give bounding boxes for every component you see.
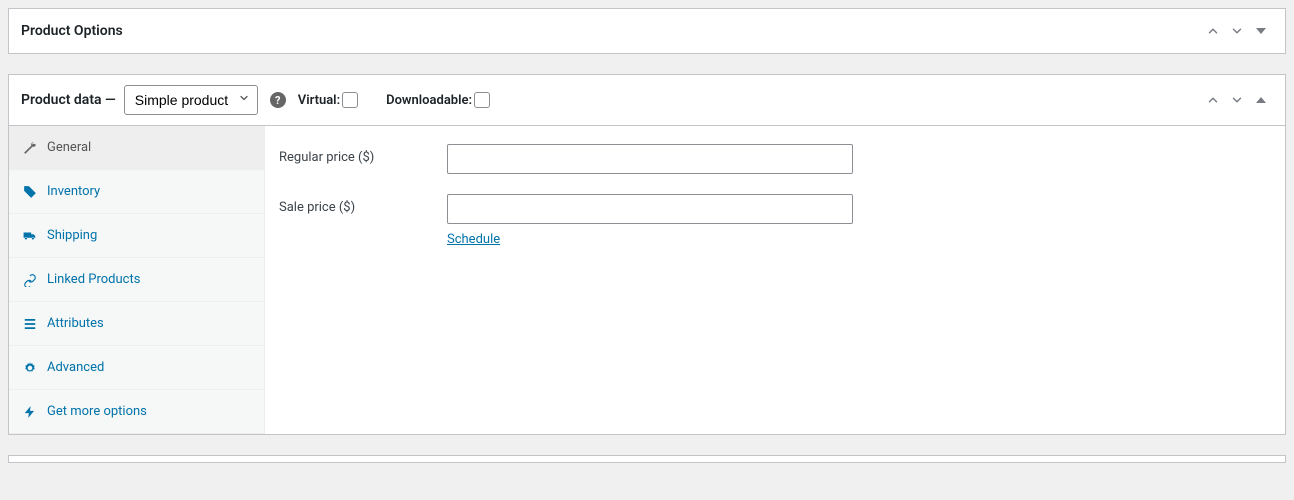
next-panel-top [8, 455, 1286, 463]
lightning-icon [23, 405, 37, 419]
sale-price-label: Sale price ($) [279, 194, 447, 215]
wrench-icon [23, 141, 37, 155]
tab-attributes[interactable]: Attributes [9, 302, 264, 346]
truck-icon [23, 229, 37, 243]
tab-label: Inventory [47, 184, 100, 199]
triangle-up-icon [1256, 97, 1266, 103]
tab-label: Advanced [47, 360, 104, 375]
product-options-panel: Product Options [8, 8, 1286, 54]
chevron-down-icon [1230, 24, 1244, 38]
product-data-panel: Product data — Simple product ? Virtual:… [8, 74, 1286, 435]
move-up-button[interactable] [1201, 19, 1225, 43]
tab-general[interactable]: General [9, 126, 264, 170]
product-options-title: Product Options [21, 23, 123, 39]
product-data-header: Product data — Simple product ? Virtual:… [9, 75, 1285, 126]
help-icon[interactable]: ? [270, 92, 286, 108]
product-data-tabs: General Inventory Shipping Linked Produc… [9, 126, 265, 434]
tab-linked-products[interactable]: Linked Products [9, 258, 264, 302]
chevron-down-icon [1230, 93, 1244, 107]
tab-get-more-options[interactable]: Get more options [9, 390, 264, 434]
sale-price-row: Sale price ($) Schedule [279, 194, 1271, 247]
tab-label: Shipping [47, 228, 97, 243]
gear-icon [23, 361, 37, 375]
general-tab-content: Regular price ($) Sale price ($) Schedul… [265, 126, 1285, 434]
tab-label: Attributes [47, 316, 104, 331]
chevron-up-icon [1206, 93, 1220, 107]
tab-label: General [47, 140, 91, 155]
move-down-button[interactable] [1225, 88, 1249, 112]
list-icon [23, 317, 37, 331]
move-up-button[interactable] [1201, 88, 1225, 112]
tab-shipping[interactable]: Shipping [9, 214, 264, 258]
sale-price-input[interactable] [447, 194, 853, 224]
tab-label: Linked Products [47, 272, 140, 287]
move-down-button[interactable] [1225, 19, 1249, 43]
link-icon [23, 273, 37, 287]
product-data-body: General Inventory Shipping Linked Produc… [9, 126, 1285, 434]
tab-advanced[interactable]: Advanced [9, 346, 264, 390]
product-options-header: Product Options [9, 9, 1285, 53]
tag-icon [23, 185, 37, 199]
collapse-toggle[interactable] [1249, 88, 1273, 112]
downloadable-label: Downloadable: [386, 93, 472, 108]
tab-inventory[interactable]: Inventory [9, 170, 264, 214]
virtual-checkbox[interactable] [342, 92, 358, 108]
regular-price-input[interactable] [447, 144, 853, 174]
tab-label: Get more options [47, 404, 147, 419]
virtual-label: Virtual: [298, 93, 340, 108]
triangle-down-icon [1256, 28, 1266, 34]
collapse-toggle[interactable] [1249, 19, 1273, 43]
regular-price-row: Regular price ($) [279, 144, 1271, 174]
product-type-select[interactable]: Simple product [124, 85, 258, 115]
chevron-up-icon [1206, 24, 1220, 38]
downloadable-checkbox[interactable] [474, 92, 490, 108]
regular-price-label: Regular price ($) [279, 144, 447, 165]
schedule-link[interactable]: Schedule [447, 232, 500, 247]
product-data-title: Product data — [21, 92, 116, 108]
